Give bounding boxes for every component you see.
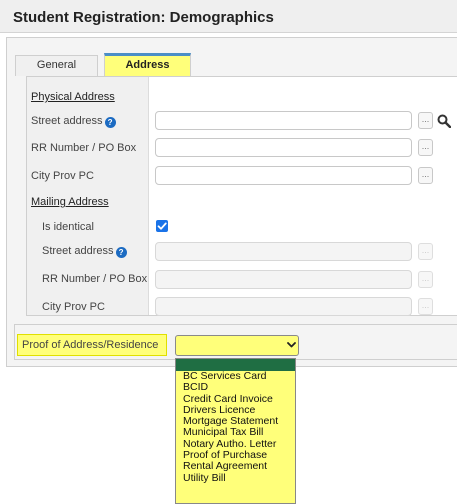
tab-general[interactable]: General bbox=[15, 55, 98, 76]
help-icon[interactable]: ? bbox=[104, 117, 116, 128]
tab-address[interactable]: Address bbox=[104, 53, 191, 76]
dropdown-option[interactable]: Notary Autho. Letter bbox=[176, 439, 295, 450]
physical-rr-lookup-button[interactable]: ... bbox=[418, 139, 433, 156]
page-title: Student Registration: Demographics bbox=[13, 9, 274, 26]
physical-rr-input[interactable] bbox=[155, 138, 412, 157]
physical-street-input[interactable] bbox=[155, 111, 412, 130]
physical-street-lookup-button[interactable]: ... bbox=[418, 112, 433, 129]
chevron-down-icon[interactable] bbox=[287, 342, 296, 348]
mailing-street-label-text: Street address bbox=[42, 245, 114, 257]
physical-address-heading: Physical Address bbox=[31, 91, 115, 103]
dropdown-option[interactable]: Drivers Licence bbox=[176, 405, 295, 416]
mailing-rr-label: RR Number / PO Box bbox=[42, 273, 148, 285]
is-identical-checkbox[interactable] bbox=[156, 220, 168, 232]
dropdown-selected-empty-option[interactable] bbox=[176, 359, 295, 371]
dropdown-option[interactable]: Utility Bill bbox=[176, 473, 295, 484]
dropdown-option[interactable]: Rental Agreement bbox=[176, 461, 295, 472]
mailing-city-label: City Prov PC bbox=[42, 301, 105, 313]
physical-city-input[interactable] bbox=[155, 166, 412, 185]
physical-city-label: City Prov PC bbox=[31, 170, 94, 182]
physical-rr-label: RR Number / PO Box bbox=[31, 142, 137, 154]
proof-of-address-dropdown-list: BC Services Card BCID Credit Card Invoic… bbox=[175, 358, 296, 504]
mailing-address-heading: Mailing Address bbox=[31, 196, 109, 208]
mailing-city-lookup-button: ... bbox=[418, 298, 433, 315]
proof-of-address-label: Proof of Address/Residence bbox=[17, 334, 167, 356]
header-bar: Student Registration: Demographics bbox=[0, 0, 457, 33]
dropdown-option[interactable]: Credit Card Invoice bbox=[176, 394, 295, 405]
physical-street-label: Street address? bbox=[31, 115, 116, 128]
is-identical-label: Is identical bbox=[42, 221, 94, 233]
help-icon[interactable]: ? bbox=[115, 247, 127, 258]
mailing-street-label: Street address? bbox=[42, 245, 127, 258]
dropdown-option[interactable]: Proof of Purchase bbox=[176, 450, 295, 461]
dropdown-option[interactable]: Municipal Tax Bill bbox=[176, 427, 295, 438]
dropdown-option[interactable]: Mortgage Statement bbox=[176, 416, 295, 427]
search-icon[interactable] bbox=[437, 114, 451, 128]
mailing-city-input bbox=[155, 297, 412, 316]
checkmark-icon bbox=[157, 222, 167, 230]
physical-street-label-text: Street address bbox=[31, 115, 103, 127]
physical-city-lookup-button[interactable]: ... bbox=[418, 167, 433, 184]
proof-of-address-select[interactable] bbox=[175, 335, 299, 356]
mailing-street-lookup-button: ... bbox=[418, 243, 433, 260]
dropdown-option[interactable]: BC Services Card bbox=[176, 371, 295, 382]
dropdown-option[interactable]: BCID bbox=[176, 382, 295, 393]
mailing-rr-lookup-button: ... bbox=[418, 271, 433, 288]
mailing-rr-input bbox=[155, 270, 412, 289]
mailing-street-input bbox=[155, 242, 412, 261]
